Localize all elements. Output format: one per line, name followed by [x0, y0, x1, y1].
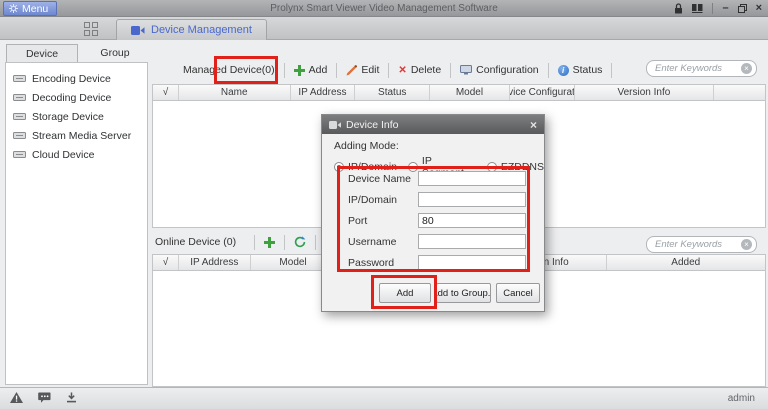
column-version-info[interactable]: Version Info — [575, 85, 715, 100]
add-to-group-button[interactable]: Add to Group... — [436, 283, 491, 303]
column-select-all[interactable]: √ — [153, 85, 179, 100]
window-title: Prolynx Smart Viewer Video Management So… — [0, 0, 768, 17]
add-device-button[interactable]: Add — [285, 59, 337, 81]
online-device-count-label: Online Device (0) — [155, 236, 245, 248]
device-icon — [13, 93, 26, 102]
delete-x-icon: ✕ — [398, 65, 406, 76]
sidebar-item-label: Stream Media Server — [32, 130, 131, 142]
divider — [254, 235, 255, 250]
sidebar-item-label: Encoding Device — [32, 73, 111, 85]
logged-in-user: admin — [728, 393, 755, 404]
add-online-device-icon[interactable] — [264, 237, 275, 248]
sidebar-item-label: Cloud Device — [32, 149, 94, 161]
column-added[interactable]: Added — [607, 255, 765, 270]
column-ip-address[interactable]: IP Address — [291, 85, 356, 100]
delete-device-button[interactable]: ✕ Delete — [389, 59, 450, 81]
clear-search-icon[interactable]: × — [741, 63, 752, 74]
divider — [284, 235, 285, 250]
sidebar-item-decoding-device[interactable]: Decoding Device — [6, 88, 147, 107]
sidebar-item-cloud-device[interactable]: Cloud Device — [6, 145, 147, 164]
adding-mode-label: Adding Mode: — [334, 140, 399, 152]
clear-search-icon[interactable]: × — [741, 239, 752, 250]
column-name[interactable]: Name — [179, 85, 291, 100]
column-select-all[interactable]: √ — [153, 255, 179, 270]
tab-device-management-label: Device Management — [151, 24, 252, 36]
sidebar-item-stream-media-server[interactable]: Stream Media Server — [6, 126, 147, 145]
online-search-input[interactable] — [655, 239, 741, 250]
tab-group[interactable]: Group — [79, 44, 151, 62]
titlebar: Menu Prolynx Smart Viewer Video Manageme… — [0, 0, 768, 17]
lock-icon[interactable] — [674, 3, 683, 14]
layout-grid-icon[interactable] — [84, 22, 98, 36]
delete-device-button-label: Delete — [411, 64, 441, 76]
edit-device-button[interactable]: Edit — [337, 59, 388, 81]
column-device-configuration[interactable]: Device Configuration — [510, 85, 575, 100]
edit-device-button-label: Edit — [361, 64, 379, 76]
managed-search-input[interactable] — [655, 63, 741, 74]
status-button[interactable]: i Status — [549, 59, 612, 81]
device-icon — [13, 131, 26, 140]
managed-table-header: √ Name IP Address Status Model Device Co… — [152, 84, 766, 101]
managed-search-box: × — [646, 60, 757, 77]
dialog-camera-icon — [329, 121, 341, 129]
add-device-button-label: Add — [309, 64, 328, 76]
sidebar-item-label: Storage Device — [32, 111, 104, 123]
restore-icon[interactable] — [738, 4, 747, 13]
online-search-box: × — [646, 236, 757, 253]
monitor-icon — [460, 65, 472, 75]
sidebar-item-storage-device[interactable]: Storage Device — [6, 107, 147, 126]
device-icon — [13, 74, 26, 83]
minimize-icon[interactable]: – — [722, 3, 728, 14]
device-type-sidebar: Encoding Device Decoding Device Storage … — [5, 62, 148, 385]
column-filler — [714, 85, 765, 100]
divider — [611, 63, 612, 78]
close-icon[interactable]: × — [756, 3, 762, 14]
pencil-icon — [346, 65, 357, 76]
annotation-add-toolbar-highlight — [214, 56, 278, 84]
divider — [712, 3, 713, 14]
info-icon: i — [558, 65, 569, 76]
sidebar-item-label: Decoding Device — [32, 92, 111, 104]
status-button-label: Status — [573, 64, 603, 76]
column-model[interactable]: Model — [430, 85, 510, 100]
sidebar-item-encoding-device[interactable]: Encoding Device — [6, 69, 147, 88]
tab-device-management[interactable]: Device Management — [116, 19, 267, 40]
message-bubble-icon[interactable] — [38, 392, 51, 403]
column-status[interactable]: Status — [355, 85, 430, 100]
dialog-close-icon[interactable]: × — [530, 119, 537, 131]
device-icon — [13, 112, 26, 121]
divider — [315, 235, 316, 250]
annotation-fields-highlight — [337, 166, 530, 272]
column-ip-address[interactable]: IP Address — [179, 255, 251, 270]
alarm-warning-icon[interactable] — [10, 392, 23, 403]
configuration-button[interactable]: Configuration — [451, 59, 547, 81]
dialog-titlebar[interactable]: Device Info × — [322, 115, 544, 134]
download-icon[interactable] — [66, 392, 77, 403]
refresh-icon[interactable] — [294, 236, 306, 248]
status-bar: admin — [0, 387, 768, 409]
cancel-button[interactable]: Cancel — [496, 283, 540, 303]
multi-screen-icon[interactable] — [692, 4, 703, 13]
configuration-button-label: Configuration — [476, 64, 538, 76]
dialog-title: Device Info — [346, 119, 399, 131]
tab-device[interactable]: Device — [6, 44, 78, 62]
plus-icon — [294, 65, 305, 76]
annotation-add-button-highlight — [371, 275, 437, 309]
device-icon — [13, 150, 26, 159]
video-camera-icon — [131, 26, 145, 35]
